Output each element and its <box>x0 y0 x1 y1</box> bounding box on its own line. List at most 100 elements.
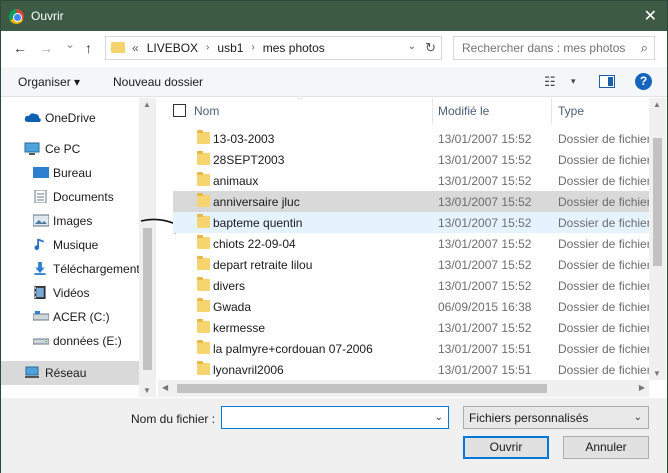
sidebar-item-telechargement[interactable]: Téléchargement <box>1 257 140 281</box>
folder-icon <box>197 256 210 270</box>
view-dropdown-icon[interactable]: ▾ <box>571 76 576 87</box>
chevron-down-icon[interactable]: ⌄ <box>634 412 642 423</box>
cancel-button[interactable]: Annuler <box>563 436 649 459</box>
vertical-scrollbar[interactable]: ▲ ▼ <box>649 98 666 380</box>
scroll-left-icon[interactable]: ◀ <box>162 383 168 392</box>
scroll-down-icon[interactable]: ▼ <box>143 386 151 395</box>
file-row[interactable]: animaux 13/01/2007 15:52 Dossier de fich… <box>173 170 657 191</box>
filename-label: Nom du fichier : <box>131 412 216 426</box>
close-icon[interactable]: ✕ <box>644 6 657 26</box>
file-name: anniversaire jluc <box>213 195 300 209</box>
sidebar-item-label: Téléchargement <box>53 262 140 276</box>
breadcrumb-usb1[interactable]: usb1 <box>217 41 243 55</box>
search-input[interactable] <box>462 41 627 55</box>
file-row-selected[interactable]: anniversaire jluc 13/01/2007 15:52 Dossi… <box>173 191 657 212</box>
help-icon[interactable]: ? <box>635 73 652 90</box>
chevron-right-icon[interactable]: › <box>251 42 254 55</box>
select-all-checkbox[interactable] <box>173 104 186 117</box>
file-name: Gwada <box>213 300 252 314</box>
sidebar-item-documents[interactable]: Documents <box>1 185 139 209</box>
file-list: ⌃ Nom Modifié le Type 13-03-2003 13/01/2… <box>158 98 667 397</box>
address-bar[interactable]: « LIVEBOX › usb1 › mes photos ⌄ ↻ <box>105 36 442 60</box>
file-row-hover[interactable]: bapteme quentin 13/01/2007 15:52 Dossier… <box>173 212 657 233</box>
scroll-up-icon[interactable]: ▲ <box>143 100 151 109</box>
breadcrumb-livebox[interactable]: LIVEBOX <box>147 41 198 55</box>
search-icon[interactable]: ⌕ <box>641 40 648 56</box>
file-type: Dossier de fichiers <box>558 258 657 272</box>
file-row[interactable]: Gwada 06/09/2015 16:38 Dossier de fichie… <box>173 296 657 317</box>
sidebar-item-images[interactable]: Images <box>1 209 139 233</box>
command-toolbar: Organiser ▾ Nouveau dossier ☷ ▾ ? <box>1 67 667 97</box>
scrollbar-thumb[interactable] <box>653 138 662 266</box>
sidebar-item-onedrive[interactable]: OneDrive <box>1 106 139 130</box>
file-date: 13/01/2007 15:52 <box>438 174 532 188</box>
file-name: kermesse <box>213 321 266 335</box>
refresh-icon[interactable]: ↻ <box>425 40 436 56</box>
view-options-icon[interactable]: ☷ <box>544 74 556 90</box>
breadcrumb-mes-photos[interactable]: mes photos <box>263 41 325 55</box>
navigation-scrollbar[interactable]: ▲ ▼ <box>139 98 156 397</box>
open-button[interactable]: Ouvrir <box>463 436 549 459</box>
search-box[interactable]: ⌕ <box>453 36 655 60</box>
file-row[interactable]: depart retraite lilou 13/01/2007 15:52 D… <box>173 254 657 275</box>
folder-icon <box>197 361 210 375</box>
chevron-down-icon[interactable]: ⌄ <box>435 412 443 423</box>
file-type: Dossier de fichiers <box>558 132 657 146</box>
sidebar-item-label: Réseau <box>45 366 87 380</box>
organize-button[interactable]: Organiser ▾ <box>18 75 80 89</box>
address-dropdown-icon[interactable]: ⌄ <box>408 41 416 52</box>
file-row[interactable]: divers 13/01/2007 15:52 Dossier de fichi… <box>173 275 657 296</box>
filename-input[interactable] <box>226 410 426 424</box>
column-divider[interactable] <box>551 98 552 124</box>
file-type: Dossier de fichiers <box>558 279 657 293</box>
column-header-row: ⌃ Nom Modifié le Type <box>158 98 649 124</box>
scroll-up-icon[interactable]: ▲ <box>653 100 661 109</box>
sidebar-item-label: données (E:) <box>53 334 122 348</box>
file-type: Dossier de fichiers <box>558 153 657 167</box>
title-bar: Ouvrir ✕ <box>1 1 667 31</box>
horizontal-scrollbar[interactable]: ◀ ▶ <box>158 380 649 397</box>
up-arrow-icon[interactable]: ↑ <box>85 40 92 56</box>
file-date: 13/01/2007 15:52 <box>438 153 532 167</box>
sidebar-item-musique[interactable]: Musique <box>1 233 139 257</box>
sidebar-item-donnees-e[interactable]: données (E:) <box>1 329 139 353</box>
file-name: chiots 22-09-04 <box>213 237 296 251</box>
file-row[interactable]: chiots 22-09-04 13/01/2007 15:52 Dossier… <box>173 233 657 254</box>
sidebar-item-bureau[interactable]: Bureau <box>1 161 139 185</box>
breadcrumb-overflow[interactable]: « <box>132 41 139 55</box>
file-row[interactable]: kermesse 13/01/2007 15:52 Dossier de fic… <box>173 317 657 338</box>
scrollbar-thumb[interactable] <box>143 228 152 370</box>
folder-icon <box>197 340 210 354</box>
sidebar-item-reseau[interactable]: Réseau <box>1 361 139 385</box>
folder-icon <box>197 151 210 165</box>
column-divider[interactable] <box>432 98 433 124</box>
column-header-type[interactable]: Type <box>558 104 584 118</box>
scrollbar-thumb[interactable] <box>177 384 547 393</box>
music-icon <box>34 238 44 251</box>
back-arrow-icon[interactable]: ← <box>13 40 27 56</box>
recent-locations-icon[interactable]: ⌄ <box>65 37 75 51</box>
preview-pane-icon[interactable] <box>599 75 615 88</box>
file-row[interactable]: la palmyre+cordouan 07-2006 13/01/2007 1… <box>173 338 657 359</box>
file-row[interactable]: lyonavril2006 13/01/2007 15:51 Dossier d… <box>173 359 657 380</box>
sidebar-item-acer-c[interactable]: ACER (C:) <box>1 305 139 329</box>
file-type: Dossier de fichiers <box>558 237 657 251</box>
file-type-filter[interactable]: Fichiers personnalisés ⌄ <box>463 406 649 429</box>
forward-arrow-icon[interactable]: → <box>39 40 53 56</box>
file-row[interactable]: 13-03-2003 13/01/2007 15:52 Dossier de f… <box>173 128 657 149</box>
scroll-right-icon[interactable]: ▶ <box>639 383 645 392</box>
chevron-right-icon[interactable]: › <box>206 42 209 55</box>
new-folder-button[interactable]: Nouveau dossier <box>113 75 203 89</box>
scroll-down-icon[interactable]: ▼ <box>653 369 661 378</box>
sidebar-item-ce-pc[interactable]: Ce PC <box>1 137 139 161</box>
documents-icon <box>34 190 47 203</box>
column-header-name[interactable]: Nom <box>194 104 219 118</box>
folder-icon <box>197 319 210 333</box>
file-row[interactable]: 28SEPT2003 13/01/2007 15:52 Dossier de f… <box>173 149 657 170</box>
column-header-modified[interactable]: Modifié le <box>438 104 489 118</box>
file-name: 13-03-2003 <box>213 132 275 146</box>
sidebar-item-videos[interactable]: Vidéos <box>1 281 139 305</box>
file-type: Dossier de fichiers <box>558 363 657 377</box>
sidebar-item-label: Vidéos <box>53 286 90 300</box>
filename-combobox[interactable]: ⌄ <box>221 406 449 429</box>
